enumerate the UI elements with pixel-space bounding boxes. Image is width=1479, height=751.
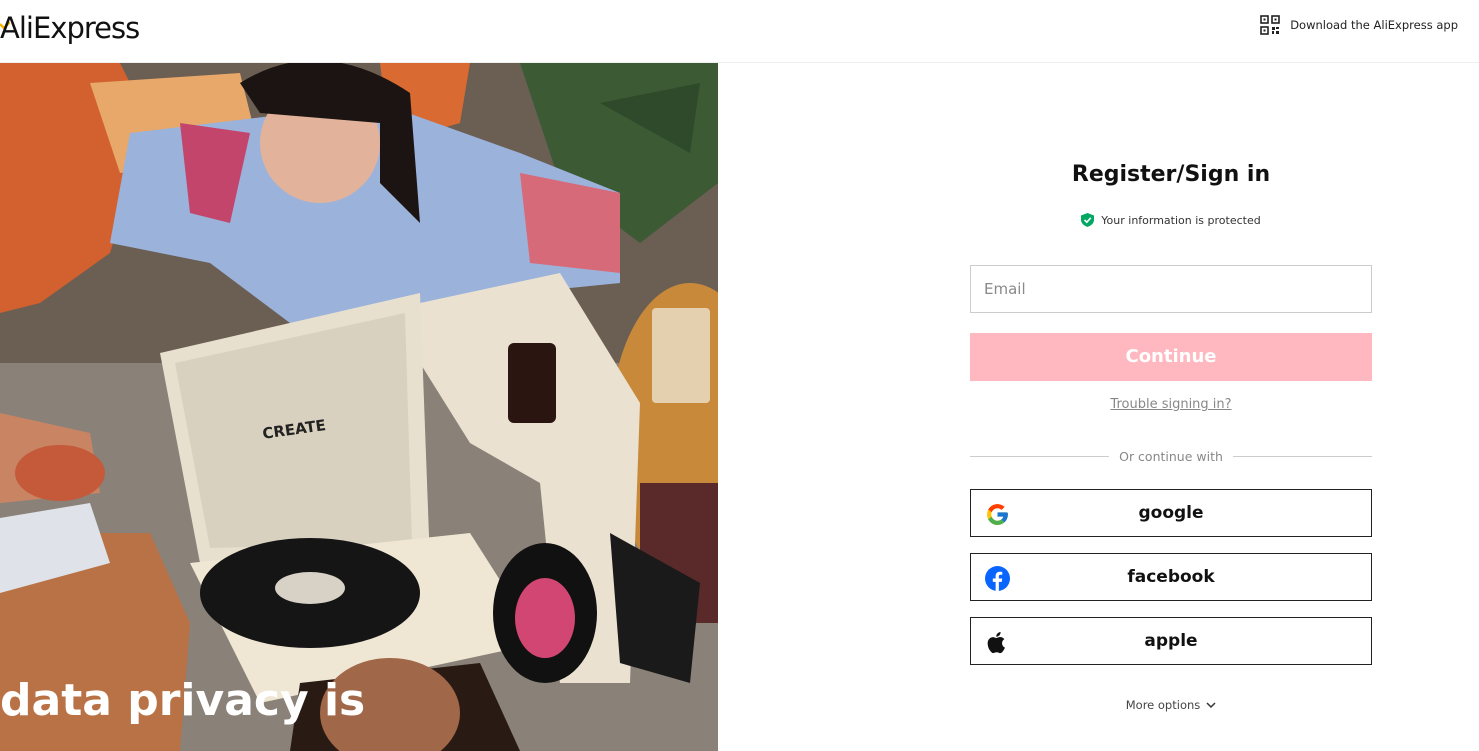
aliexpress-logo[interactable]: AliExpress: [0, 8, 140, 48]
protected-notice: Your information is protected: [970, 213, 1372, 227]
divider-line-left: [970, 455, 1110, 457]
google-label: google: [1138, 503, 1204, 523]
qr-code-icon: [1260, 15, 1280, 35]
facebook-signin-button[interactable]: facebook: [970, 553, 1372, 601]
divider-line-right: [1232, 455, 1373, 457]
chevron-down-icon: [1206, 702, 1216, 709]
trouble-signing-in-link[interactable]: Trouble signing in?: [970, 397, 1372, 412]
shield-check-icon: [1081, 213, 1095, 227]
top-header: AliExpress Download the AliExpress app: [0, 0, 1479, 63]
hero-caption: data privacy is: [0, 673, 365, 729]
email-input[interactable]: [970, 265, 1372, 313]
apple-signin-button[interactable]: apple: [970, 617, 1372, 665]
divider-text: Or continue with: [1119, 448, 1223, 464]
or-continue-divider: Or continue with: [970, 447, 1373, 465]
logo-text: AliExpress: [0, 11, 140, 45]
apple-icon: [987, 631, 1005, 654]
hero-illustration: CREATE: [0, 63, 718, 751]
facebook-icon: [985, 566, 1010, 591]
download-app-label: Download the AliExpress app: [1290, 18, 1458, 32]
more-options-button[interactable]: More options: [970, 698, 1372, 712]
google-signin-button[interactable]: google: [970, 489, 1372, 537]
facebook-label: facebook: [1127, 567, 1215, 587]
hero-photo: CREATE data privacy is: [0, 63, 718, 751]
form-title: Register/Sign in: [1071, 162, 1271, 187]
hero-caption-line1: data privacy is: [0, 675, 366, 726]
download-app-link[interactable]: Download the AliExpress app: [1260, 15, 1458, 35]
continue-button[interactable]: Continue: [970, 333, 1372, 381]
protected-text: Your information is protected: [1101, 213, 1261, 227]
apple-label: apple: [1144, 631, 1198, 651]
more-options-label: More options: [1125, 698, 1201, 712]
google-icon: [987, 504, 1008, 525]
